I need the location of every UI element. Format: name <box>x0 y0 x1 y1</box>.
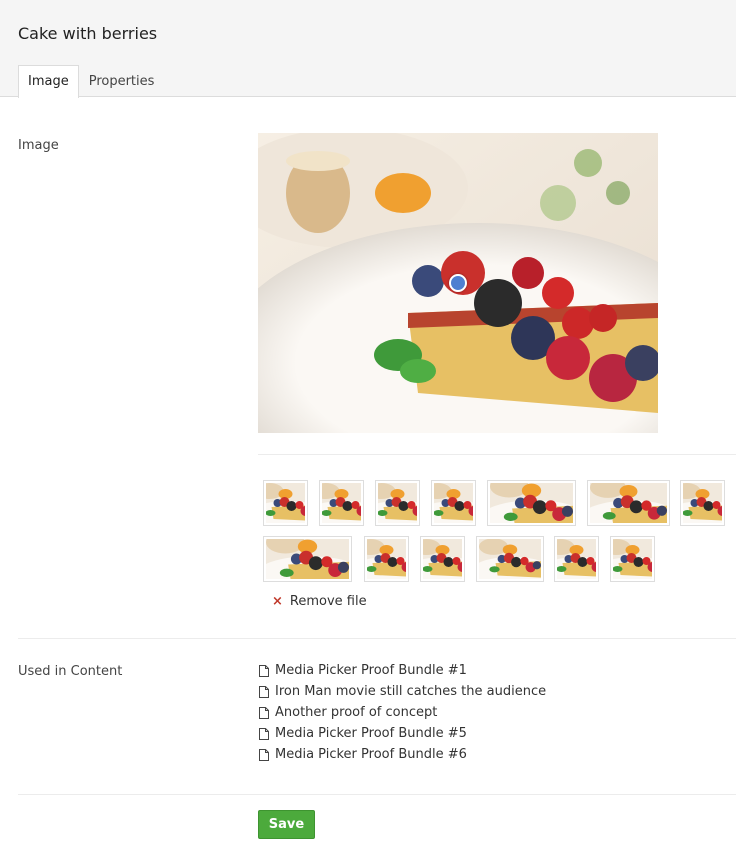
image-field-label: Image <box>18 138 59 153</box>
crop-thumbnail[interactable] <box>263 480 308 526</box>
crop-thumbnail[interactable] <box>364 536 409 582</box>
list-item-label: Iron Man movie still catches the audienc… <box>275 684 547 699</box>
tab-properties[interactable]: Properties <box>79 65 165 97</box>
used-in-content-label: Used in Content <box>18 664 123 679</box>
crop-thumbnail[interactable] <box>375 480 420 526</box>
list-item[interactable]: Media Picker Proof Bundle #5 <box>259 723 546 744</box>
crop-thumbnail[interactable] <box>487 480 576 526</box>
list-item[interactable]: Media Picker Proof Bundle #1 <box>259 660 546 681</box>
crop-thumbnail[interactable] <box>319 480 364 526</box>
list-item-label: Media Picker Proof Bundle #5 <box>275 726 467 741</box>
tab-image[interactable]: Image <box>18 65 79 98</box>
crop-thumbnail[interactable] <box>554 536 599 582</box>
image-preview <box>258 133 658 433</box>
tab-bar: Image Properties <box>18 65 165 98</box>
list-item-label: Media Picker Proof Bundle #1 <box>275 663 467 678</box>
page-header: Cake with berries Image Properties <box>0 0 736 98</box>
remove-file-button[interactable]: × Remove file <box>272 594 367 609</box>
crop-thumbnail[interactable] <box>680 480 725 526</box>
used-in-content-list: Media Picker Proof Bundle #1 Iron Man mo… <box>259 660 546 765</box>
list-item[interactable]: Another proof of concept <box>259 702 546 723</box>
document-icon <box>259 748 269 761</box>
remove-file-label: Remove file <box>289 594 367 609</box>
list-item[interactable]: Iron Man movie still catches the audienc… <box>259 681 546 702</box>
divider <box>258 454 736 455</box>
list-item-label: Another proof of concept <box>275 705 438 720</box>
crop-thumbnail[interactable] <box>431 480 476 526</box>
crop-thumbnail[interactable] <box>610 536 655 582</box>
document-icon <box>259 664 269 677</box>
list-item-label: Media Picker Proof Bundle #6 <box>275 747 467 762</box>
crop-thumbnail[interactable] <box>420 536 465 582</box>
crop-thumbnail[interactable] <box>587 480 670 526</box>
save-button[interactable]: Save <box>258 810 315 839</box>
crop-thumbnail[interactable] <box>263 536 352 582</box>
list-item[interactable]: Media Picker Proof Bundle #6 <box>259 744 546 765</box>
focal-point-marker-icon[interactable] <box>449 274 467 292</box>
crop-thumbnail[interactable] <box>476 536 544 582</box>
document-icon <box>259 706 269 719</box>
page-title: Cake with berries <box>18 24 158 43</box>
remove-x-icon: × <box>272 594 283 609</box>
divider <box>18 638 736 639</box>
document-icon <box>259 685 269 698</box>
document-icon <box>259 727 269 740</box>
divider <box>18 794 736 795</box>
